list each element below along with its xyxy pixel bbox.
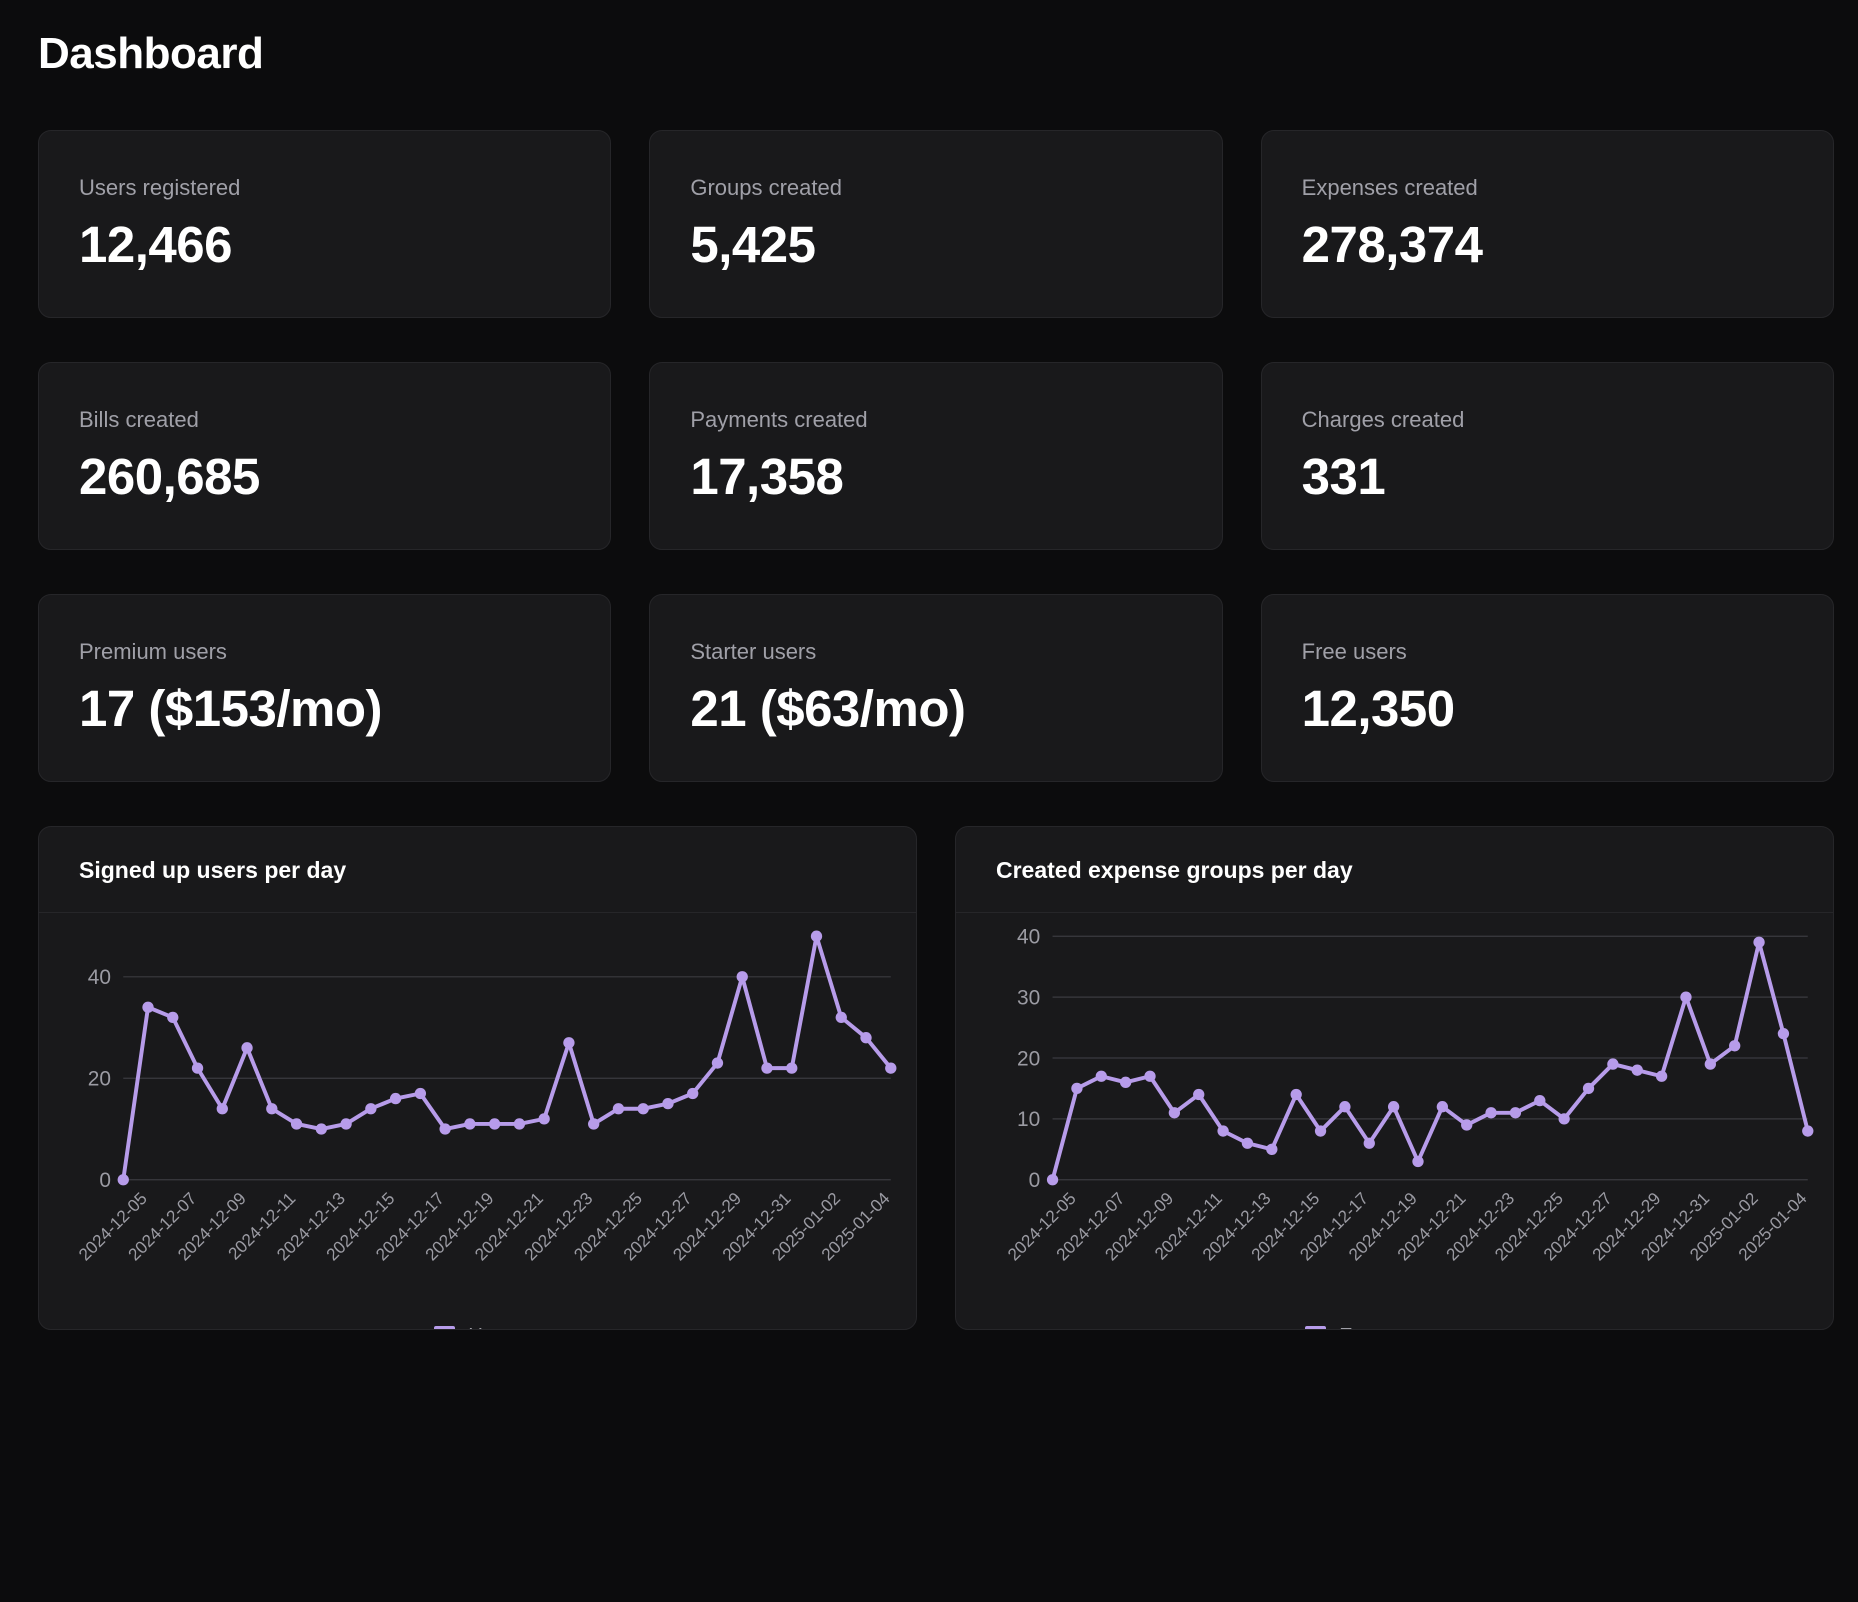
stat-label: Bills created [79,407,199,433]
stat-label: Expenses created [1301,175,1478,201]
chart-title: Created expense groups per day [996,857,1353,884]
stat-value: 17,358 [690,447,844,505]
stat-label: Groups created [690,175,842,201]
stat-card-premium-users: Premium users 17 ($153/mo) [38,594,612,783]
stat-label: Payments created [690,407,868,433]
stat-card-free-users: Free users 12,350 [1260,594,1834,783]
dashboard-page: Dashboard Users registered 12,466 Groups… [0,0,1858,1331]
stat-card-starter-users: Starter users 21 ($63/mo) [649,594,1223,783]
stat-value: 278,374 [1301,215,1483,273]
legend-label: Expense groups [1339,1325,1484,1329]
svg-text:30: 30 [1017,987,1040,1010]
line-chart-expense-groups: 0102030402024-12-052024-12-072024-12-092… [1003,926,1814,1265]
stat-card-bills-created: Bills created 260,685 [38,362,612,551]
svg-text:10: 10 [1017,1109,1040,1132]
stat-label: Users registered [79,175,241,201]
legend-label: Users [468,1325,520,1329]
stat-value: 331 [1301,447,1386,505]
legend-swatch-icon[interactable] [434,1326,456,1330]
chart-legend-expense-groups: Expense groups [956,1325,1833,1330]
chart-card-header: Created expense groups per day [956,827,1833,914]
chart-card-signed-up-users: Signed up users per day 0 20 40 2024-12-05 2… [38,826,917,1331]
stat-value: 5,425 [690,215,816,273]
stat-label: Starter users [690,639,817,665]
stat-card-expenses-created: Expenses created 278,374 [1260,130,1834,319]
stat-value: 12,350 [1301,679,1456,737]
stat-card-groups-created: Groups created 5,425 [649,130,1223,319]
stat-card-users-registered: Users registered 12,466 [38,130,612,319]
svg-text:40: 40 [88,967,111,990]
chart-plot-area-expense-groups: 0 10 20 30 40 2024-12-05 2024-12-07 2024-12-09 2… [956,913,1833,1325]
stat-value: 21 ($63/mo) [690,679,966,737]
stat-card-charges-created: Charges created 331 [1260,362,1834,551]
stat-value: 17 ($153/mo) [79,679,383,737]
chart-card-header: Signed up users per day [39,827,916,914]
chart-legend-users: Users [39,1325,916,1330]
svg-text:0: 0 [99,1170,111,1193]
page-title: Dashboard [38,29,264,78]
stat-value: 12,466 [79,215,233,273]
line-chart-users: 020402024-12-052024-12-072024-12-092024-… [74,930,897,1265]
chart-card-created-expense-groups: Created expense groups per day 0 10 20 30 40… [955,826,1834,1331]
stat-card-payments-created: Payments created 17,358 [649,362,1223,551]
svg-text:40: 40 [1017,926,1040,949]
chart-plot-area-users: 0 20 40 2024-12-05 2024-12-07 2024-12-09 2024-… [39,913,916,1325]
stat-card-grid: Users registered 12,466 Groups created 5… [38,130,1834,783]
svg-text:20: 20 [88,1068,111,1091]
stat-label: Free users [1301,639,1407,665]
chart-row: Signed up users per day 0 20 40 2024-12-05 2… [38,826,1834,1331]
chart-title: Signed up users per day [79,857,347,884]
stat-value: 260,685 [79,447,260,505]
legend-swatch-icon[interactable] [1305,1326,1327,1330]
svg-text:20: 20 [1017,1048,1040,1071]
stat-label: Charges created [1301,407,1465,433]
stat-label: Premium users [79,639,227,665]
svg-text:0: 0 [1029,1170,1041,1193]
